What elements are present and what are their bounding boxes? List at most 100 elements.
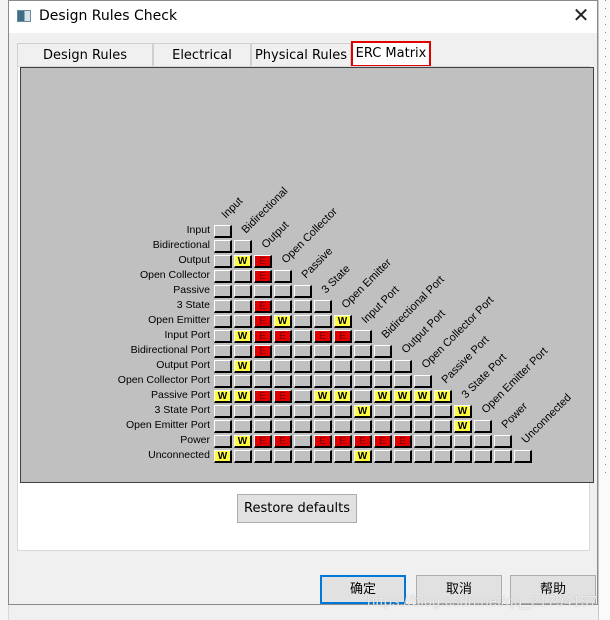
matrix-cell-bidirectional-port-open-collector[interactable] [274, 345, 292, 358]
matrix-cell-passive-port-output-port[interactable]: W [394, 390, 412, 403]
matrix-cell-unconnected-open-collector-port[interactable] [414, 450, 432, 463]
matrix-cell-open-emitter-port-input-port[interactable] [354, 420, 372, 433]
matrix-cell-open-emitter-port-bidirectional[interactable] [234, 420, 252, 433]
matrix-cell-3-state-port-3-state-port[interactable]: W [454, 405, 472, 418]
restore-defaults-button[interactable]: Restore defaults [237, 494, 357, 523]
matrix-cell-bidirectional-port-output[interactable]: E [254, 345, 272, 358]
matrix-cell-open-collector-bidirectional[interactable] [234, 270, 252, 283]
matrix-cell-passive-input[interactable] [214, 285, 232, 298]
matrix-cell-3-state-port-output-port[interactable] [394, 405, 412, 418]
matrix-cell-3-state-port-bidirectional-port[interactable] [374, 405, 392, 418]
matrix-cell-open-emitter-open-emitter[interactable]: W [334, 315, 352, 328]
matrix-cell-open-collector-open-collector[interactable] [274, 270, 292, 283]
matrix-cell-unconnected-output-port[interactable] [394, 450, 412, 463]
matrix-cell-power-input[interactable] [214, 435, 232, 448]
matrix-cell-power-3-state-port[interactable] [454, 435, 472, 448]
matrix-cell-input-port-passive[interactable] [294, 330, 312, 343]
matrix-cell-open-emitter-port-input[interactable] [214, 420, 232, 433]
matrix-cell-input-port-input-port[interactable] [354, 330, 372, 343]
matrix-cell-unconnected-bidirectional-port[interactable] [374, 450, 392, 463]
matrix-cell-output-port-output-port[interactable] [394, 360, 412, 373]
matrix-cell-input-port-open-collector[interactable]: E [274, 330, 292, 343]
matrix-cell-power-passive[interactable] [294, 435, 312, 448]
close-button[interactable]: ✕ [569, 5, 593, 29]
matrix-cell-output-output[interactable]: E [254, 255, 272, 268]
matrix-cell-output-port-open-emitter[interactable] [334, 360, 352, 373]
matrix-cell-unconnected-input[interactable]: W [214, 450, 232, 463]
matrix-cell-unconnected-open-emitter[interactable] [334, 450, 352, 463]
matrix-cell-unconnected-open-emitter-port[interactable] [474, 450, 492, 463]
matrix-cell-3-state-port-3-state[interactable] [314, 405, 332, 418]
matrix-cell-unconnected-passive-port[interactable] [434, 450, 452, 463]
matrix-cell-power-power[interactable] [494, 435, 512, 448]
matrix-cell-open-emitter-port-open-emitter-port[interactable] [474, 420, 492, 433]
matrix-cell-3-state-3-state[interactable] [314, 300, 332, 313]
matrix-cell-power-input-port[interactable]: E [354, 435, 372, 448]
matrix-cell-power-open-collector[interactable]: E [274, 435, 292, 448]
matrix-cell-passive-bidirectional[interactable] [234, 285, 252, 298]
matrix-cell-bidirectional-port-bidirectional[interactable] [234, 345, 252, 358]
matrix-cell-bidirectional-port-3-state[interactable] [314, 345, 332, 358]
matrix-cell-passive-port-output[interactable]: E [254, 390, 272, 403]
matrix-cell-open-emitter-port-open-collector-port[interactable] [414, 420, 432, 433]
matrix-cell-open-emitter-port-open-collector[interactable] [274, 420, 292, 433]
matrix-cell-output-port-input[interactable] [214, 360, 232, 373]
matrix-cell-passive-passive[interactable] [294, 285, 312, 298]
matrix-cell-3-state-open-collector[interactable] [274, 300, 292, 313]
matrix-cell-output-port-open-collector[interactable] [274, 360, 292, 373]
matrix-cell-power-open-collector-port[interactable] [414, 435, 432, 448]
matrix-cell-bidirectional-port-passive[interactable] [294, 345, 312, 358]
matrix-cell-bidirectional-port-input[interactable] [214, 345, 232, 358]
matrix-cell-open-emitter-passive[interactable] [294, 315, 312, 328]
matrix-cell-passive-port-input[interactable]: W [214, 390, 232, 403]
matrix-cell-input-port-output[interactable]: E [254, 330, 272, 343]
matrix-cell-passive-port-open-collector-port[interactable]: W [414, 390, 432, 403]
matrix-cell-open-collector-port-bidirectional-port[interactable] [374, 375, 392, 388]
matrix-cell-open-collector-port-open-collector-port[interactable] [414, 375, 432, 388]
matrix-cell-passive-port-open-emitter[interactable]: W [334, 390, 352, 403]
matrix-cell-open-emitter-bidirectional[interactable] [234, 315, 252, 328]
matrix-cell-open-emitter-port-bidirectional-port[interactable] [374, 420, 392, 433]
matrix-cell-open-emitter-port-output-port[interactable] [394, 420, 412, 433]
matrix-cell-open-collector-port-passive[interactable] [294, 375, 312, 388]
matrix-cell-output-bidirectional[interactable]: W [234, 255, 252, 268]
matrix-cell-3-state-port-open-collector-port[interactable] [414, 405, 432, 418]
matrix-cell-3-state-port-bidirectional[interactable] [234, 405, 252, 418]
matrix-cell-unconnected-input-port[interactable]: W [354, 450, 372, 463]
matrix-cell-open-collector-input[interactable] [214, 270, 232, 283]
matrix-cell-3-state-port-open-emitter[interactable] [334, 405, 352, 418]
matrix-cell-unconnected-passive[interactable] [294, 450, 312, 463]
tab-physical-rules[interactable]: Physical Rules [251, 43, 351, 67]
matrix-cell-open-emitter-output[interactable]: E [254, 315, 272, 328]
matrix-cell-passive-port-3-state[interactable]: W [314, 390, 332, 403]
matrix-cell-unconnected-unconnected[interactable] [514, 450, 532, 463]
matrix-cell-open-emitter-port-output[interactable] [254, 420, 272, 433]
matrix-cell-bidirectional-input[interactable] [214, 240, 232, 253]
matrix-cell-output-port-passive[interactable] [294, 360, 312, 373]
matrix-cell-3-state-input[interactable] [214, 300, 232, 313]
matrix-cell-passive-port-passive-port[interactable]: W [434, 390, 452, 403]
matrix-cell-open-collector-output[interactable]: E [254, 270, 272, 283]
matrix-cell-open-collector-port-output[interactable] [254, 375, 272, 388]
matrix-cell-passive-port-bidirectional[interactable]: W [234, 390, 252, 403]
matrix-cell-passive-open-collector[interactable] [274, 285, 292, 298]
matrix-cell-power-open-emitter[interactable]: E [334, 435, 352, 448]
matrix-cell-open-emitter-port-passive-port[interactable] [434, 420, 452, 433]
matrix-cell-output-port-output[interactable] [254, 360, 272, 373]
matrix-cell-3-state-port-passive-port[interactable] [434, 405, 452, 418]
matrix-cell-power-3-state[interactable]: E [314, 435, 332, 448]
matrix-cell-power-passive-port[interactable] [434, 435, 452, 448]
matrix-cell-power-output[interactable]: E [254, 435, 272, 448]
matrix-cell-input-port-3-state[interactable]: E [314, 330, 332, 343]
matrix-cell-open-emitter-open-collector[interactable]: W [274, 315, 292, 328]
matrix-cell-input-port-open-emitter[interactable]: E [334, 330, 352, 343]
matrix-cell-power-bidirectional-port[interactable]: E [374, 435, 392, 448]
matrix-cell-open-collector-port-bidirectional[interactable] [234, 375, 252, 388]
matrix-cell-bidirectional-bidirectional[interactable] [234, 240, 252, 253]
matrix-cell-output-input[interactable] [214, 255, 232, 268]
matrix-cell-input-port-input[interactable] [214, 330, 232, 343]
matrix-cell-bidirectional-port-input-port[interactable] [354, 345, 372, 358]
matrix-cell-passive-port-input-port[interactable] [354, 390, 372, 403]
matrix-cell-passive-port-bidirectional-port[interactable]: W [374, 390, 392, 403]
matrix-cell-open-emitter-3-state[interactable] [314, 315, 332, 328]
